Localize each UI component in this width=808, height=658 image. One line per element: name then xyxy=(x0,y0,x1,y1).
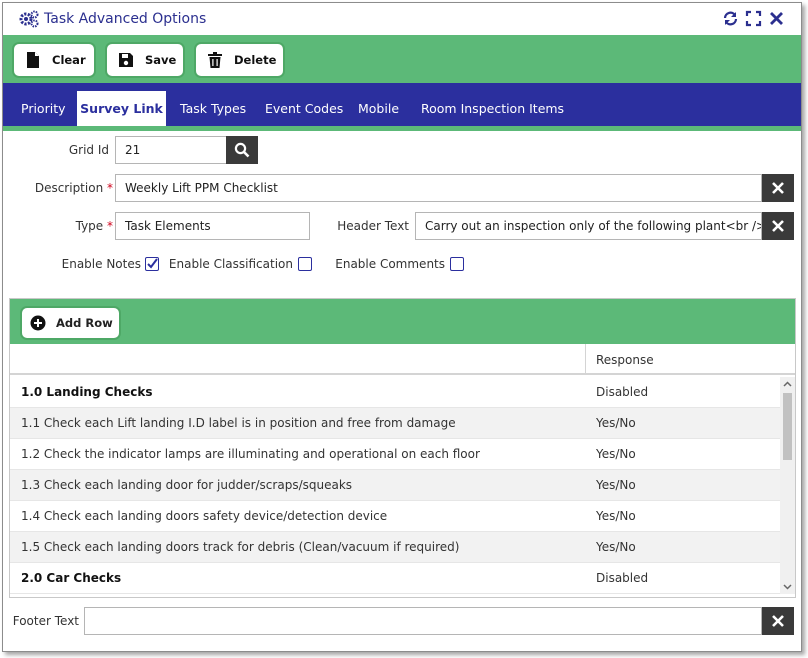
row-response: Disabled xyxy=(596,385,649,399)
delete-button[interactable]: Delete xyxy=(194,42,285,78)
tab-underline xyxy=(3,126,801,131)
row-response: Yes/No xyxy=(596,416,636,430)
tab-priority[interactable]: Priority xyxy=(21,91,66,126)
column-separator xyxy=(585,344,586,375)
row-item: 1.5 Check each landing doors track for d… xyxy=(21,540,460,554)
header-text-clear-button[interactable] xyxy=(762,212,794,240)
type-label: Type * xyxy=(13,219,113,233)
enable-notes-label: Enable Notes xyxy=(61,257,141,271)
trash-icon xyxy=(208,52,222,68)
row-response: Yes/No xyxy=(596,478,636,492)
search-icon xyxy=(234,142,250,158)
close-icon xyxy=(772,220,784,232)
tab-bar: Priority Survey Link Task Types Event Co… xyxy=(3,83,801,126)
table-row[interactable]: 1.1 Check each Lift landing I.D label is… xyxy=(10,408,780,439)
table-row[interactable]: 1.2 Check the indicator lamps are illumi… xyxy=(10,439,780,470)
row-item: 1.4 Check each landing doors safety devi… xyxy=(21,509,388,523)
save-button-label: Save xyxy=(145,53,177,67)
grid-scrollbar[interactable] xyxy=(780,377,795,594)
type-label-text: Type xyxy=(75,219,104,233)
tab-survey-link[interactable]: Survey Link xyxy=(77,91,166,126)
window-title: Task Advanced Options xyxy=(44,11,207,27)
table-row[interactable]: 1.4 Check each landing doors safety devi… xyxy=(10,501,780,532)
header-text-field[interactable]: Carry out an inspection only of the foll… xyxy=(415,212,762,240)
description-label: Description * xyxy=(13,181,113,195)
description-label-text: Description xyxy=(34,181,104,195)
header-text-label: Header Text xyxy=(337,219,409,233)
row-item: 1.0 Landing Checks xyxy=(21,385,153,399)
file-icon xyxy=(27,52,39,68)
grid-toolbar: Add Row xyxy=(10,299,795,344)
footer-text-label: Footer Text xyxy=(12,614,79,628)
grid-header: Response xyxy=(10,344,795,375)
enable-comments-checkbox[interactable] xyxy=(450,257,464,271)
clear-button-label: Clear xyxy=(52,53,86,67)
footer-text-field[interactable] xyxy=(84,607,762,635)
enable-notes-checkbox[interactable] xyxy=(145,257,159,271)
table-row[interactable]: 1.3 Check each landing door for judder/s… xyxy=(10,470,780,501)
enable-comments-label: Enable Comments xyxy=(335,257,445,271)
scroll-down-arrow-icon[interactable] xyxy=(783,582,792,591)
action-toolbar: Clear Save Delete xyxy=(3,35,801,83)
save-icon xyxy=(119,53,133,67)
row-response: Yes/No xyxy=(596,447,636,461)
row-response: Yes/No xyxy=(596,509,636,523)
table-row[interactable]: 1.5 Check each landing doors track for d… xyxy=(10,532,780,563)
fullscreen-icon[interactable] xyxy=(745,10,762,27)
table-row[interactable]: 2.0 Car Checks Disabled xyxy=(10,563,780,594)
tab-mobile[interactable]: Mobile xyxy=(358,91,399,126)
close-icon xyxy=(772,182,784,194)
grid-id-search-button[interactable] xyxy=(226,136,258,164)
plus-circle-icon xyxy=(30,315,46,331)
description-clear-button[interactable] xyxy=(762,174,794,202)
required-marker: * xyxy=(107,219,113,233)
description-field[interactable]: Weekly Lift PPM Checklist xyxy=(115,174,762,202)
row-item: 1.3 Check each landing door for judder/s… xyxy=(21,478,353,492)
task-advanced-options-window: Task Advanced Options Clear Save Delete … xyxy=(2,2,802,652)
gears-icon xyxy=(19,10,39,28)
tab-event-codes[interactable]: Event Codes xyxy=(265,91,343,126)
grid-id-label: Grid Id xyxy=(68,143,109,157)
grid-body: 1.0 Landing Checks Disabled 1.1 Check ea… xyxy=(10,377,780,594)
scroll-up-arrow-icon[interactable] xyxy=(783,380,792,389)
table-row[interactable]: 1.0 Landing Checks Disabled xyxy=(10,377,780,408)
delete-button-label: Delete xyxy=(234,53,277,67)
required-marker: * xyxy=(107,181,113,195)
tab-room-inspection-items[interactable]: Room Inspection Items xyxy=(421,91,564,126)
add-row-button[interactable]: Add Row xyxy=(20,306,121,340)
row-response: Disabled xyxy=(596,571,649,585)
clear-button[interactable]: Clear xyxy=(12,42,96,78)
save-button[interactable]: Save xyxy=(105,42,185,78)
scrollbar-thumb[interactable] xyxy=(783,393,792,460)
row-item: 1.2 Check the indicator lamps are illumi… xyxy=(21,447,480,461)
row-item: 1.1 Check each Lift landing I.D label is… xyxy=(21,416,456,430)
type-field[interactable]: Task Elements xyxy=(115,212,310,240)
grid-id-field[interactable]: 21 xyxy=(115,136,227,164)
response-column-header[interactable]: Response xyxy=(596,353,654,367)
footer-text-clear-button[interactable] xyxy=(762,607,794,635)
enable-classification-label: Enable Classification xyxy=(168,257,293,271)
title-bar: Task Advanced Options xyxy=(3,3,801,35)
close-icon[interactable] xyxy=(768,10,785,27)
checkmark-icon xyxy=(147,258,158,269)
enable-classification-checkbox[interactable] xyxy=(298,257,312,271)
add-row-label: Add Row xyxy=(56,316,113,330)
close-icon xyxy=(772,615,784,627)
survey-grid: Add Row Response 1.0 Landing Checks Disa… xyxy=(9,298,796,598)
tab-task-types[interactable]: Task Types xyxy=(180,91,246,126)
row-response: Yes/No xyxy=(596,540,636,554)
row-item: 2.0 Car Checks xyxy=(21,571,122,585)
refresh-icon[interactable] xyxy=(722,10,739,27)
